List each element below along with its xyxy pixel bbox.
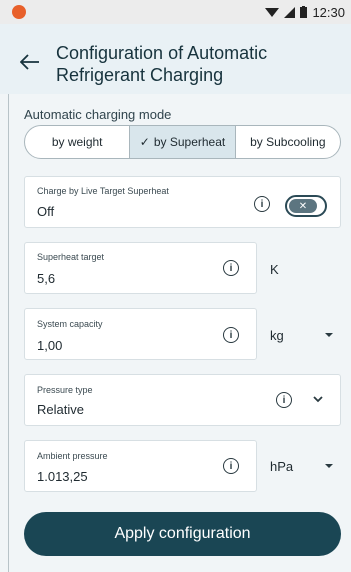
chevron-down-icon[interactable] xyxy=(313,396,323,403)
status-icons: 12:30 xyxy=(265,4,345,20)
ambient-pressure-value: 1.013,25 xyxy=(37,469,88,484)
back-arrow-icon[interactable] xyxy=(20,54,40,70)
app-logo-icon xyxy=(12,5,26,19)
charging-mode-label: Automatic charging mode xyxy=(24,107,172,122)
close-icon: ✕ xyxy=(289,199,317,213)
mode-option-by-subcooling[interactable]: by Subcooling xyxy=(234,126,340,158)
status-bar: 12:30 xyxy=(0,0,351,24)
apply-configuration-button[interactable]: Apply configuration xyxy=(24,512,341,556)
signal-icon xyxy=(284,6,296,18)
live-target-value: Off xyxy=(37,204,55,219)
live-target-toggle[interactable]: ✕ xyxy=(285,195,327,217)
capacity-unit-select[interactable]: kg xyxy=(270,328,284,343)
superheat-target-label: Superheat target xyxy=(37,252,105,262)
info-icon[interactable]: i xyxy=(223,458,239,474)
dropdown-arrow-icon[interactable] xyxy=(325,333,333,337)
wifi-icon xyxy=(265,7,280,17)
status-time: 12:30 xyxy=(312,4,345,20)
battery-icon xyxy=(300,6,308,18)
check-icon: ✓ xyxy=(139,135,150,149)
divider xyxy=(8,94,9,572)
mode-option-by-superheat[interactable]: ✓ by Superheat xyxy=(129,126,235,158)
mode-option-by-weight[interactable]: by weight xyxy=(25,126,129,158)
app-bar: Configuration of Automatic Refrigerant C… xyxy=(0,24,351,94)
info-icon[interactable]: i xyxy=(223,260,239,276)
page-title: Configuration of Automatic Refrigerant C… xyxy=(56,43,268,85)
info-icon[interactable]: i xyxy=(223,327,239,343)
info-icon[interactable]: i xyxy=(254,196,270,212)
info-icon[interactable]: i xyxy=(276,392,292,408)
superheat-target-value: 5,6 xyxy=(37,271,56,286)
superheat-unit: K xyxy=(270,262,279,277)
pressure-type-label: Pressure type xyxy=(37,385,93,395)
pressure-type-select[interactable]: Pressure type Relative xyxy=(24,374,341,426)
pressure-type-value: Relative xyxy=(37,402,84,417)
system-capacity-value: 1,00 xyxy=(37,338,63,353)
ambient-pressure-label: Ambient pressure xyxy=(37,451,108,461)
pressure-unit-select[interactable]: hPa xyxy=(270,459,293,474)
system-capacity-label: System capacity xyxy=(37,319,103,329)
charging-mode-selector: by weight ✓ by Superheat by Subcooling xyxy=(24,125,341,159)
live-target-label: Charge by Live Target Superheat xyxy=(37,186,169,196)
dropdown-arrow-icon[interactable] xyxy=(325,464,333,468)
